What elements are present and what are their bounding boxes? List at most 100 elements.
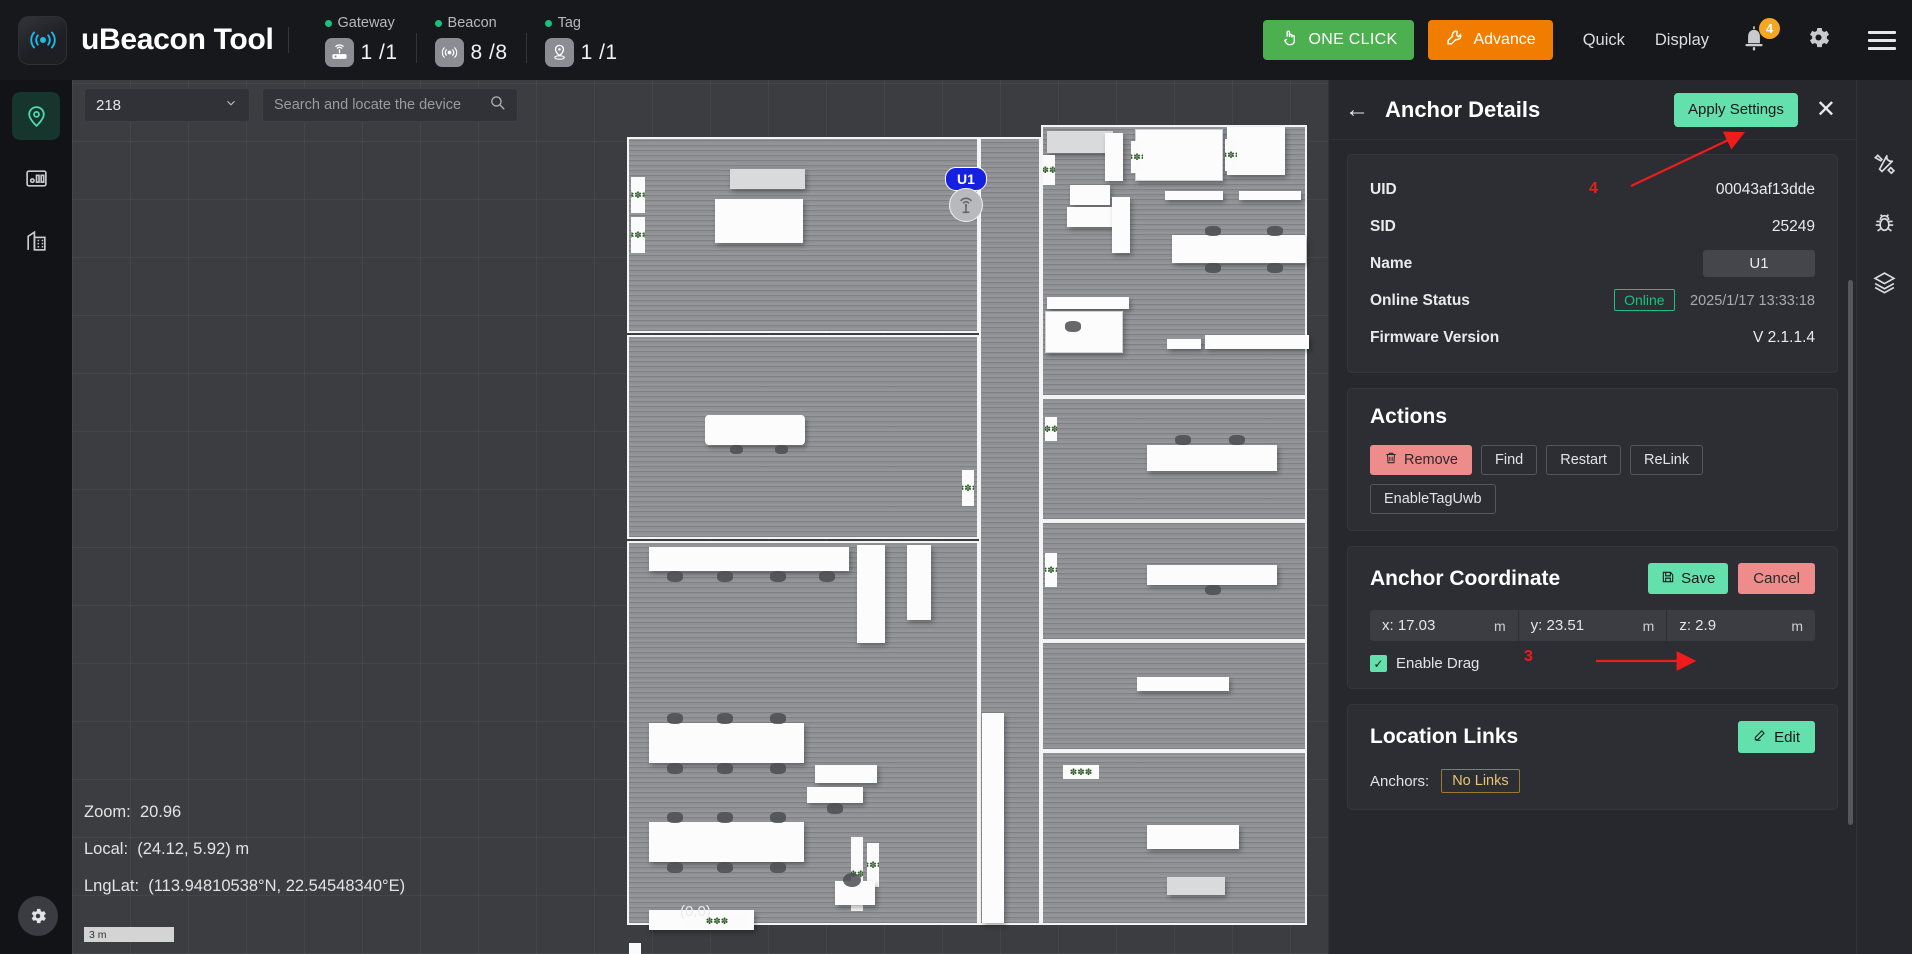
chair — [1205, 585, 1221, 595]
name-label: Name — [1370, 254, 1413, 272]
coordinate-x-field[interactable]: x: 17.03 m — [1370, 610, 1519, 641]
meeting-table — [1135, 129, 1223, 181]
stat-tag-label: Tag — [557, 15, 581, 31]
anchors-row: Anchors: No Links — [1370, 769, 1815, 793]
location-links-title: Location Links — [1370, 725, 1519, 748]
find-button[interactable]: Find — [1481, 445, 1538, 475]
header-divider — [287, 27, 289, 53]
desk-row — [649, 822, 804, 862]
apply-settings-button[interactable]: Apply Settings — [1674, 92, 1798, 127]
furniture — [1137, 677, 1229, 691]
search-box[interactable] — [262, 88, 518, 122]
furniture — [1067, 207, 1115, 227]
furniture — [1205, 335, 1309, 349]
stat-beacon[interactable]: Beacon 8 /8 — [429, 13, 514, 67]
origin-label: (0,0) — [680, 903, 711, 920]
application-root: uBeacon Tool Gateway 1 /1 Beacon 8 /8 Ta… — [0, 0, 1912, 954]
search-icon[interactable] — [489, 94, 506, 116]
stat-gateway[interactable]: Gateway 1 /1 — [319, 13, 404, 67]
chair — [770, 571, 786, 582]
restart-button[interactable]: Restart — [1546, 445, 1621, 475]
stat-tag[interactable]: Tag 1 /1 — [539, 13, 624, 67]
furniture — [715, 199, 803, 243]
coordinate-header: Anchor Coordinate Save Cancel — [1370, 563, 1815, 594]
stat-beacon-body: 8 /8 — [434, 38, 508, 67]
local-label: Local: — [84, 840, 129, 858]
anchor-marker-u1[interactable]: U1 — [945, 167, 987, 223]
bug-icon[interactable] — [1872, 211, 1897, 236]
beacon-icon — [434, 38, 464, 67]
beacon-signal-icon — [18, 15, 67, 65]
alarm-bell-icon[interactable]: 4 — [1741, 18, 1780, 55]
cabinet — [857, 545, 885, 643]
panel-scrollbar[interactable] — [1848, 280, 1853, 825]
chair — [770, 713, 786, 724]
remove-button[interactable]: Remove — [1370, 445, 1472, 475]
lnglat-value: (113.94810538°N, 22.54548340°E) — [148, 877, 406, 895]
plant-decor: ✽✽✽ — [1225, 139, 1237, 171]
settings-fab-button[interactable] — [18, 896, 58, 936]
coordinate-save-button[interactable]: Save — [1648, 563, 1729, 594]
furniture — [730, 169, 805, 189]
status-badge: Online — [1614, 288, 1675, 311]
stat-separator — [525, 33, 527, 63]
advance-button[interactable]: Advance — [1428, 20, 1553, 60]
sidebar-item-buildings[interactable] — [12, 216, 60, 264]
chair — [717, 812, 733, 823]
panel-body: UID 00043af13dde SID 25249 Name Online S… — [1329, 140, 1856, 954]
lnglat-readout: LngLat: (113.94810538°N, 22.54548340°E) — [84, 877, 405, 896]
coordinate-z-field[interactable]: z: 2.9 m — [1667, 610, 1815, 641]
left-sidebar — [0, 80, 72, 954]
display-link[interactable]: Display — [1655, 31, 1709, 50]
chair — [667, 571, 683, 582]
coordinate-y-unit: m — [1642, 617, 1655, 634]
quick-link[interactable]: Quick — [1583, 31, 1625, 50]
enable-drag-checkbox[interactable]: ✓ — [1370, 655, 1387, 672]
close-icon[interactable]: ✕ — [1816, 97, 1836, 122]
gear-icon[interactable] — [1805, 24, 1832, 56]
coordinate-y-value: y: 23.51 — [1530, 617, 1585, 634]
uid-value: 00043af13dde — [1715, 180, 1815, 198]
chair — [1267, 226, 1283, 236]
tools-wrench-icon[interactable] — [1872, 152, 1897, 177]
local-value: (24.12, 5.92) m — [137, 840, 250, 858]
app-title: uBeacon Tool — [81, 23, 274, 56]
layers-icon[interactable] — [1872, 270, 1897, 295]
desk-row — [1172, 235, 1306, 263]
stat-gateway-label: Gateway — [337, 15, 395, 31]
room-block — [1041, 641, 1307, 751]
building-icon — [26, 230, 46, 251]
search-input[interactable] — [274, 97, 489, 113]
enable-tag-uwb-button[interactable]: EnableTagUwb — [1370, 484, 1496, 514]
stat-gateway-head: Gateway — [324, 13, 398, 33]
chair — [717, 713, 733, 724]
stat-tag-body: 1 /1 — [544, 38, 618, 67]
sidebar-item-location[interactable] — [12, 92, 60, 140]
coordinate-cancel-button[interactable]: Cancel — [1738, 563, 1815, 594]
relink-button[interactable]: ReLink — [1629, 445, 1704, 475]
brand-area: uBeacon Tool — [0, 15, 274, 65]
online-status-group: Online 2025/1/17 13:33:18 — [1614, 288, 1815, 311]
location-links-edit-button[interactable]: Edit — [1738, 721, 1815, 753]
coordinate-y-field[interactable]: y: 23.51 m — [1519, 610, 1668, 641]
coordinate-inputs: x: 17.03 m y: 23.51 m z: 2.9 m — [1370, 610, 1815, 641]
arrow-left-icon[interactable]: ← — [1345, 97, 1369, 122]
firmware-label: Firmware Version — [1370, 328, 1500, 346]
desk-row — [1147, 565, 1277, 585]
hamburger-menu-icon[interactable] — [1868, 30, 1896, 50]
name-input[interactable] — [1703, 250, 1815, 277]
chair — [770, 862, 786, 873]
sid-label: SID — [1370, 217, 1396, 235]
chevron-down-icon — [224, 96, 238, 114]
plant-decor: ✽✽ — [1045, 417, 1057, 441]
actions-title: Actions — [1370, 405, 1448, 428]
sidebar-item-devices[interactable] — [12, 154, 60, 202]
desk-row — [649, 547, 849, 571]
one-click-button[interactable]: ONE CLICK — [1263, 20, 1415, 60]
furniture — [1047, 297, 1129, 309]
panel-header: ← Anchor Details Apply Settings ✕ — [1329, 80, 1856, 140]
anchor-details-panel: ← Anchor Details Apply Settings ✕ UID 00… — [1328, 80, 1856, 954]
location-links-card: Location Links Edit Anchors: No Links — [1347, 704, 1838, 810]
floor-select[interactable]: 218 — [84, 88, 250, 122]
enable-drag-label: Enable Drag — [1396, 655, 1480, 672]
